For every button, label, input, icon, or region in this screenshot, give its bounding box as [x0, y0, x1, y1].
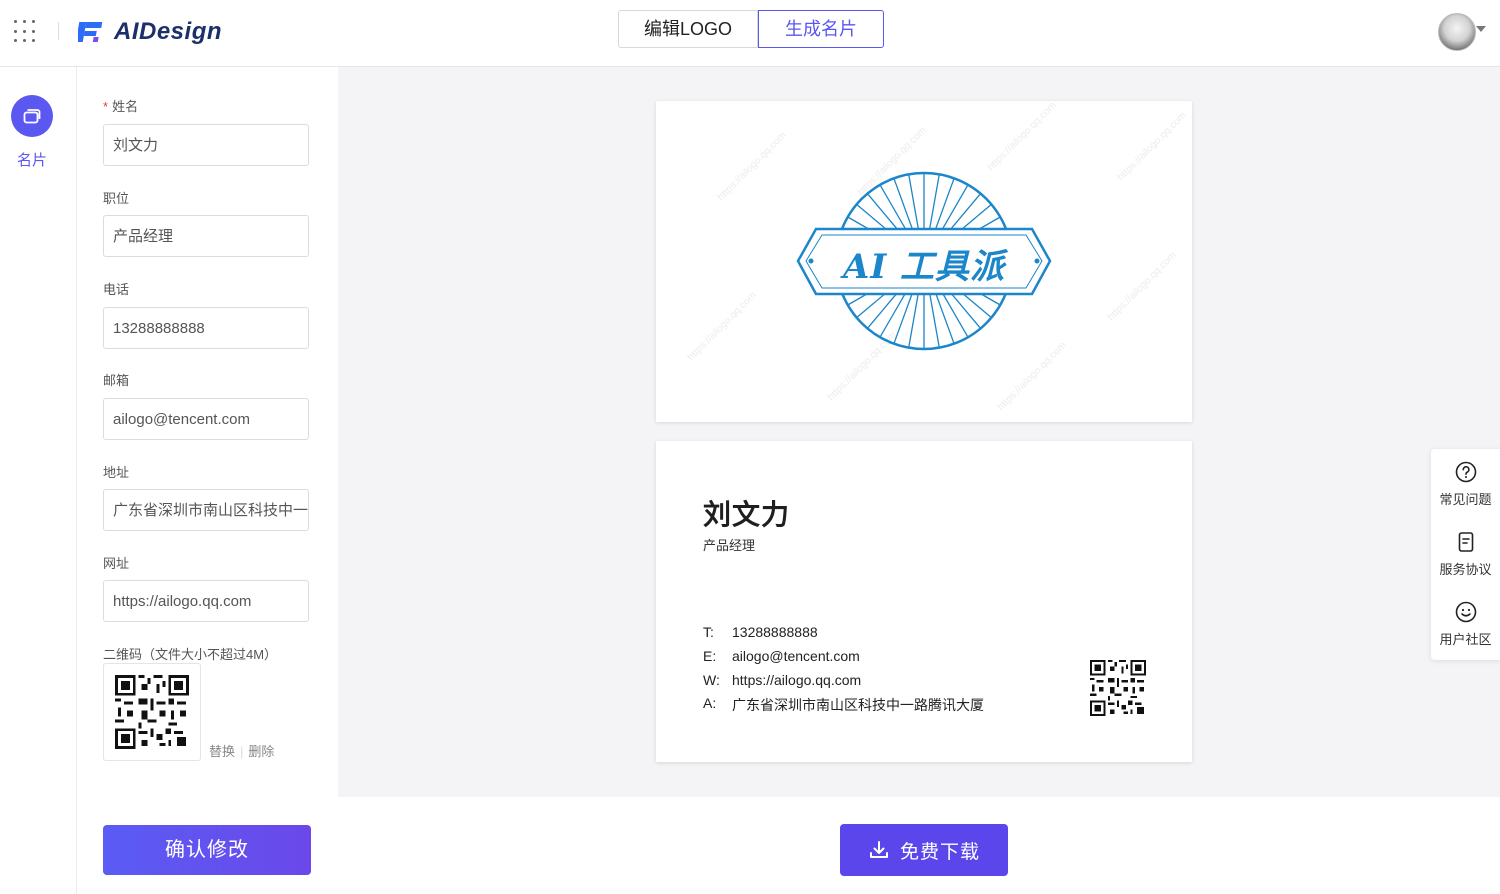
card-front: https://ailogo.qq.com https://ailogo.qq.… — [656, 100, 1192, 422]
info-key: W: — [703, 672, 720, 688]
tab-edit-logo[interactable]: 编辑LOGO — [618, 10, 758, 48]
avatar[interactable] — [1438, 13, 1476, 51]
name-label: * 姓名 — [103, 99, 139, 114]
card-stack-icon — [23, 109, 41, 124]
divider — [58, 22, 59, 40]
confirm-button[interactable]: 确认修改 — [103, 825, 311, 875]
help-item-terms[interactable]: 服务协议 — [1431, 531, 1500, 578]
mode-tabs: 编辑LOGO 生成名片 — [618, 10, 884, 48]
info-key: A: — [703, 695, 717, 711]
info-value: 广东省深圳市南山区科技中一路腾讯大厦 — [732, 697, 984, 713]
card-website-row: W: https://ailogo.qq.com — [703, 672, 861, 688]
download-icon — [869, 841, 888, 858]
card-name: 刘文力 — [703, 499, 791, 530]
email-label: 邮箱 — [103, 373, 130, 388]
smile-icon — [1455, 601, 1476, 623]
brand-name: AIDesign — [114, 18, 223, 45]
phone-input[interactable]: 13288888888 — [103, 307, 309, 349]
preview-canvas: https://ailogo.qq.com https://ailogo.qq.… — [338, 67, 1500, 797]
apps-grid-icon[interactable] — [14, 20, 38, 44]
qr-actions: 替换 | 删除 — [209, 741, 274, 760]
help-panel: 常见问题 服务协议 用户社区 — [1431, 449, 1500, 660]
brand-mark-icon — [78, 22, 103, 42]
card-phone-row: T: 13288888888 — [703, 624, 818, 640]
phone-label: 电话 — [103, 282, 130, 297]
name-input[interactable]: 刘文力 — [103, 124, 309, 166]
left-rail: 名片 — [0, 67, 77, 894]
question-icon — [1455, 461, 1476, 483]
brand-logo[interactable]: AIDesign — [78, 18, 222, 46]
qr-label: 二维码（文件大小不超过4M） — [103, 647, 278, 662]
bottom-actions: 免费下载 — [338, 797, 1500, 894]
info-key: E: — [703, 648, 717, 664]
download-button[interactable]: 免费下载 — [840, 824, 1008, 876]
document-icon — [1458, 532, 1473, 552]
address-label: 地址 — [103, 465, 130, 480]
info-value: https://ailogo.qq.com — [732, 672, 862, 688]
tab-generate-card[interactable]: 生成名片 — [758, 10, 884, 48]
logo-text: AI 工具派 — [842, 247, 1006, 287]
card-back: 刘文力 产品经理 T: 13288888888 E: ailogo@tencen… — [656, 441, 1192, 762]
chevron-down-icon[interactable] — [1476, 26, 1486, 32]
qr-delete-link[interactable]: 删除 — [248, 744, 274, 759]
card-address-row: A: 广东省深圳市南山区科技中一路腾讯大厦 — [703, 695, 984, 715]
website-input[interactable]: https://ailogo.qq.com — [103, 580, 309, 622]
top-bar: AIDesign 编辑LOGO 生成名片 — [0, 0, 1500, 67]
position-label: 职位 — [103, 191, 130, 206]
help-item-community[interactable]: 用户社区 — [1431, 601, 1500, 648]
help-label: 常见问题 — [1439, 492, 1492, 507]
download-label: 免费下载 — [899, 841, 980, 863]
card-qr-code — [1090, 660, 1146, 716]
required-mark: * — [103, 99, 109, 114]
position-input[interactable]: 产品经理 — [103, 215, 309, 257]
info-value: 13288888888 — [732, 624, 818, 640]
divider: | — [240, 744, 244, 759]
info-key: T: — [703, 624, 714, 640]
email-input[interactable]: ailogo@tencent.com — [103, 398, 309, 440]
card-form: * 姓名 刘文力 职位 产品经理 电话 13288888888 邮箱 ailogo… — [77, 67, 337, 894]
rail-item-card[interactable] — [11, 95, 53, 137]
website-label: 网址 — [103, 556, 130, 571]
card-title: 产品经理 — [703, 538, 756, 553]
card-email-row: E: ailogo@tencent.com — [703, 648, 860, 664]
help-label: 用户社区 — [1439, 632, 1492, 647]
help-item-faq[interactable]: 常见问题 — [1431, 461, 1500, 508]
help-label: 服务协议 — [1439, 562, 1492, 577]
qr-replace-link[interactable]: 替换 — [209, 744, 235, 759]
address-input[interactable]: 广东省深圳市南山区科技中一路腾讯大厦 — [103, 489, 309, 531]
rail-item-label[interactable]: 名片 — [0, 149, 64, 170]
info-value: ailogo@tencent.com — [732, 648, 860, 664]
qr-code-image — [115, 675, 189, 749]
qr-upload-preview[interactable] — [103, 663, 201, 761]
